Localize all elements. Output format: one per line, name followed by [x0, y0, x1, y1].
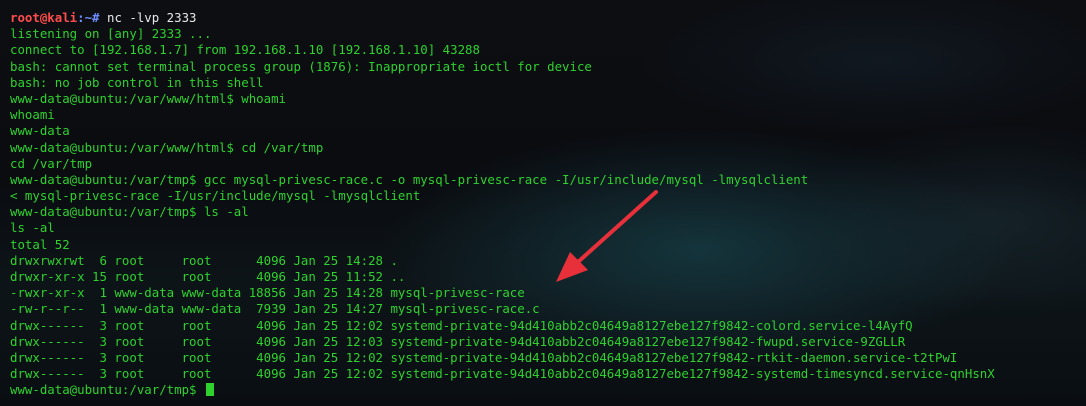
terminal-window[interactable]: root@kali:~# nc -lvp 2333 listening on […: [0, 0, 1086, 406]
annotation-arrow-icon: [556, 190, 658, 282]
